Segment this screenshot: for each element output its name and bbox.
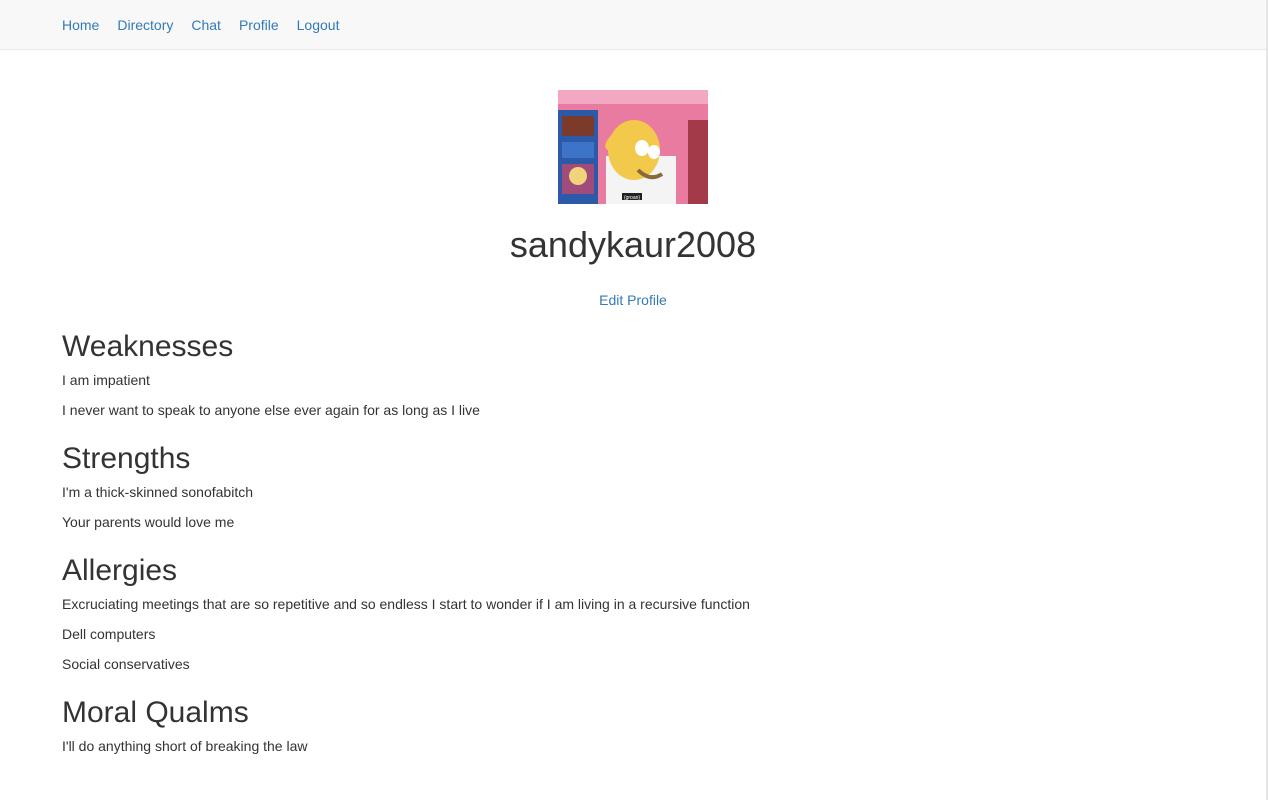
section-moral-qualms: Moral Qualms I'll do anything short of b… — [62, 694, 1202, 756]
section-strengths: Strengths I'm a thick-skinned sonofabitc… — [62, 440, 1202, 532]
section-item: Your parents would love me — [62, 514, 235, 530]
nav-links: Home Directory Chat Profile Logout — [62, 0, 357, 50]
section-allergies: Allergies Excruciating meetings that are… — [62, 552, 1202, 674]
section-heading: Allergies — [62, 554, 178, 587]
edit-profile-link[interactable]: Edit Profile — [599, 292, 667, 308]
section-item: Social conservatives — [62, 656, 190, 672]
edit-profile-container: Edit Profile — [0, 292, 1266, 310]
avatar-image: (groan) — [558, 90, 708, 204]
section-heading: Weaknesses — [62, 330, 234, 363]
section-item: I'll do anything short of breaking the l… — [62, 738, 308, 754]
page-title: sandykaur2008 — [509, 224, 757, 265]
avatar-caption: (groan) — [624, 195, 640, 201]
avatar: (groan) — [558, 90, 708, 204]
nav-directory-link[interactable]: Directory — [117, 17, 173, 33]
nav-logout-link[interactable]: Logout — [297, 17, 340, 33]
section-weaknesses: Weaknesses I am impatient I never want t… — [62, 328, 1202, 420]
section-item: I never want to speak to anyone else eve… — [62, 402, 480, 418]
profile-sections: Weaknesses I am impatient I never want t… — [62, 328, 1202, 776]
nav-chat-link[interactable]: Chat — [191, 17, 221, 33]
section-item: I am impatient — [62, 372, 150, 388]
section-item: Dell computers — [62, 626, 156, 642]
section-item: Excruciating meetings that are so repeti… — [62, 596, 750, 612]
section-item: I'm a thick-skinned sonofabitch — [62, 484, 253, 500]
nav-profile-link[interactable]: Profile — [239, 17, 279, 33]
top-navbar: Home Directory Chat Profile Logout — [0, 0, 1266, 50]
nav-home-link[interactable]: Home — [62, 17, 99, 33]
section-heading: Strengths — [62, 442, 191, 475]
section-heading: Moral Qualms — [62, 696, 249, 729]
